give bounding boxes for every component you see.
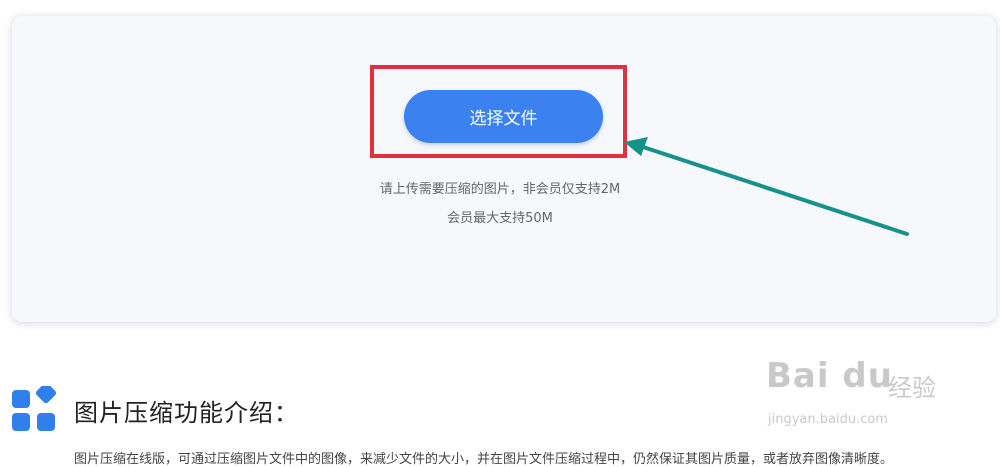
- section-description: 图片压缩在线版，可通过压缩图片文件中的图像，来减少文件的大小，并在图片文件压缩过…: [74, 452, 894, 467]
- watermark-url: jingyan.baidu.com: [768, 412, 888, 427]
- baidu-watermark: Bai du 经验 jingyan.baidu.com: [760, 350, 970, 440]
- upload-hint-line2: 会员最大支持50M: [447, 211, 553, 226]
- watermark-cn: 经验: [888, 374, 936, 402]
- upload-hint-line1: 请上传需要压缩的图片，非会员仅支持2M: [379, 182, 621, 197]
- grid-apps-icon: [12, 386, 57, 431]
- upload-card: [12, 16, 996, 322]
- watermark-logo: Bai du: [766, 356, 893, 396]
- section-title: 图片压缩功能介绍：: [74, 399, 299, 427]
- annotation-highlight-box: [370, 65, 627, 158]
